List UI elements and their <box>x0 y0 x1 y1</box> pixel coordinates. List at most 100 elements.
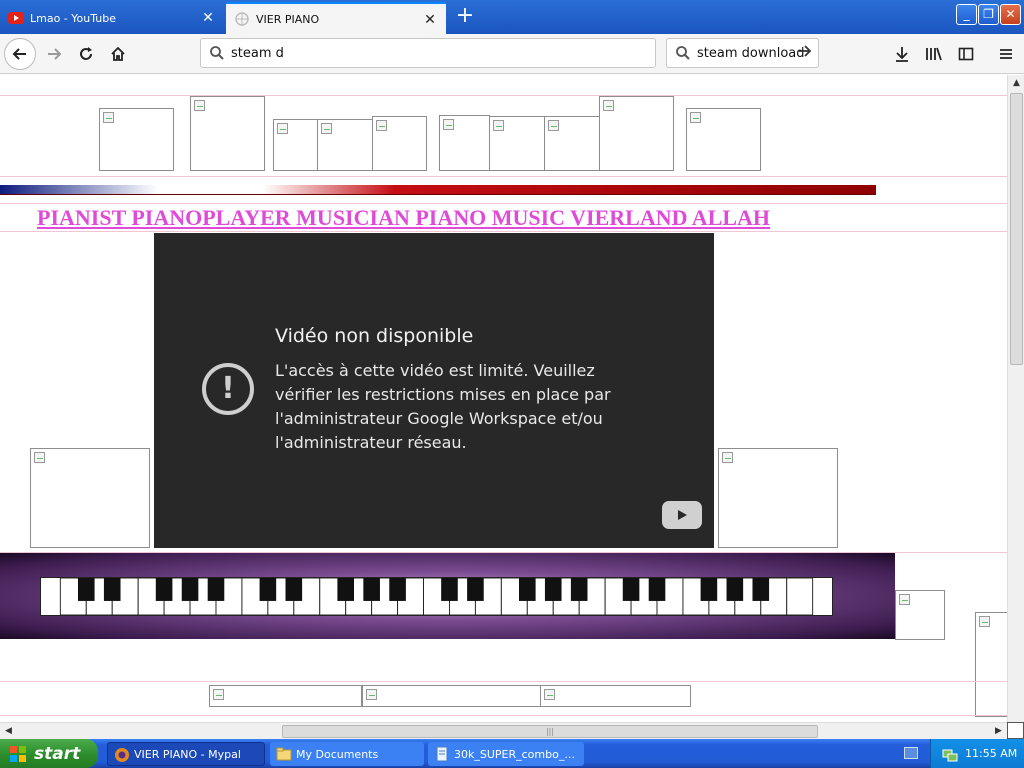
task-label: VIER PIANO - Mypal <box>134 747 241 761</box>
system-tray: 11:55 AM <box>930 739 1024 768</box>
taskbar-item-my-documents[interactable]: My Documents <box>270 742 424 766</box>
search-text: steam download <box>697 45 805 61</box>
back-button[interactable] <box>4 38 36 70</box>
minimize-window-button[interactable]: _ <box>956 4 977 25</box>
tab-vier-piano[interactable]: VIER PIANO ✕ <box>226 2 446 34</box>
broken-image-icon <box>603 100 614 111</box>
youtube-play-icon[interactable] <box>662 501 702 529</box>
embedded-video-player[interactable]: ! Vidéo non disponible L'accès à cette v… <box>154 233 714 548</box>
decorative-stripe <box>0 185 876 195</box>
scrollbar-corner <box>1007 722 1024 739</box>
search-icon <box>675 45 691 65</box>
search-go-arrow-icon[interactable] <box>796 43 812 63</box>
scroll-right-arrow-icon[interactable]: ▶ <box>990 723 1007 740</box>
horizontal-scroll-thumb[interactable]: ||| <box>282 725 818 738</box>
reload-icon <box>80 47 92 60</box>
close-tab-icon[interactable]: ✕ <box>422 12 438 28</box>
search-icon <box>209 45 225 65</box>
video-error-message: L'accès à cette vidéo est limité. Veuill… <box>275 361 611 452</box>
close-window-button[interactable]: ✕ <box>1000 4 1021 25</box>
windows-taskbar: start VIER PIANO - Mypal My Documents 30… <box>0 739 1024 768</box>
close-tab-icon[interactable]: ✕ <box>200 10 216 26</box>
broken-image[interactable] <box>599 96 674 171</box>
broken-image-icon <box>103 112 114 123</box>
broken-image[interactable] <box>30 448 150 548</box>
broken-image-icon <box>34 452 45 463</box>
broken-image-icon <box>376 120 387 131</box>
broken-image-icon <box>979 616 990 627</box>
broken-image[interactable] <box>439 115 490 171</box>
divider <box>0 95 1007 96</box>
divider <box>0 681 1007 682</box>
library-button[interactable] <box>918 38 950 70</box>
youtube-icon <box>8 10 24 26</box>
broken-image[interactable] <box>975 612 1007 717</box>
broken-image[interactable] <box>209 685 362 707</box>
tab-youtube[interactable]: Lmao - YouTube ✕ <box>0 2 224 34</box>
scroll-up-arrow-icon[interactable]: ▲ <box>1008 75 1024 92</box>
globe-icon <box>234 11 250 27</box>
forward-arrow-icon <box>48 48 62 60</box>
broken-image[interactable] <box>99 108 174 171</box>
broken-image[interactable] <box>895 590 945 640</box>
task-label: 30k_SUPER_combo_... <box>454 747 575 761</box>
broken-image[interactable] <box>540 685 691 707</box>
clock: 11:55 AM <box>965 747 1018 760</box>
vertical-scroll-thumb[interactable] <box>1010 93 1023 365</box>
broken-image[interactable] <box>317 119 373 171</box>
home-icon <box>111 46 125 61</box>
task-label: My Documents <box>296 747 379 761</box>
broken-image-icon <box>722 452 733 463</box>
mypal-browser-icon <box>115 748 129 762</box>
divider <box>0 715 1007 716</box>
scroll-left-arrow-icon[interactable]: ◀ <box>0 723 17 740</box>
broken-image-icon <box>366 689 377 700</box>
broken-image[interactable] <box>190 96 265 171</box>
new-tab-button[interactable]: + <box>454 5 476 28</box>
download-icon <box>896 47 908 62</box>
reload-button[interactable] <box>70 38 102 70</box>
divider <box>0 176 1007 177</box>
sidebar-icon <box>958 47 974 61</box>
taskbar-item-file[interactable]: 30k_SUPER_combo_... <box>428 742 584 766</box>
downloads-button[interactable] <box>886 38 918 70</box>
page-heading-link[interactable]: PIANIST PIANOPLAYER MUSICIAN PIANO MUSIC… <box>37 205 770 231</box>
tab-label: VIER PIANO <box>256 12 320 26</box>
horizontal-scrollbar[interactable]: ◀ ||| ▶ <box>0 722 1007 739</box>
broken-image[interactable] <box>544 116 600 171</box>
broken-image-icon <box>690 112 701 123</box>
library-icon <box>926 47 942 61</box>
taskbar-item-mypal[interactable]: VIER PIANO - Mypal <box>107 742 265 766</box>
broken-image-icon <box>277 123 288 134</box>
broken-image[interactable] <box>362 685 541 707</box>
broken-image[interactable] <box>273 119 318 171</box>
broken-image-icon <box>548 120 559 131</box>
page-content: PIANIST PIANOPLAYER MUSICIAN PIANO MUSIC… <box>0 75 1007 722</box>
keyboard-layout-icon[interactable] <box>904 747 918 759</box>
piano-keyboard-image <box>40 577 833 616</box>
broken-image[interactable] <box>372 116 427 171</box>
broken-image-icon <box>443 119 454 130</box>
broken-image-icon <box>321 123 332 134</box>
home-button[interactable] <box>102 38 134 70</box>
url-bar[interactable]: steam d <box>200 38 656 68</box>
restore-window-button[interactable]: ❐ <box>978 4 999 25</box>
start-button[interactable]: start <box>0 739 98 768</box>
folder-icon <box>276 747 292 761</box>
navigation-bar: steam d steam download <box>0 34 1024 74</box>
broken-image-icon <box>194 100 205 111</box>
menu-button[interactable] <box>990 38 1022 70</box>
broken-image[interactable] <box>686 108 761 171</box>
broken-image-icon <box>899 594 910 605</box>
broken-image[interactable] <box>718 448 838 548</box>
broken-image[interactable] <box>489 116 545 171</box>
search-bar[interactable]: steam download <box>666 38 819 68</box>
vertical-scrollbar[interactable]: ▲ <box>1007 75 1024 722</box>
forward-button[interactable] <box>38 38 70 70</box>
network-icon[interactable] <box>941 745 959 763</box>
desktop: Lmao - YouTube ✕ VIER PIANO ✕ + _ ❐ ✕ st… <box>0 0 1024 768</box>
url-text: steam d <box>231 45 284 61</box>
piano-keyboard-banner <box>0 553 895 639</box>
divider <box>0 231 1007 232</box>
sidebar-button[interactable] <box>950 38 982 70</box>
